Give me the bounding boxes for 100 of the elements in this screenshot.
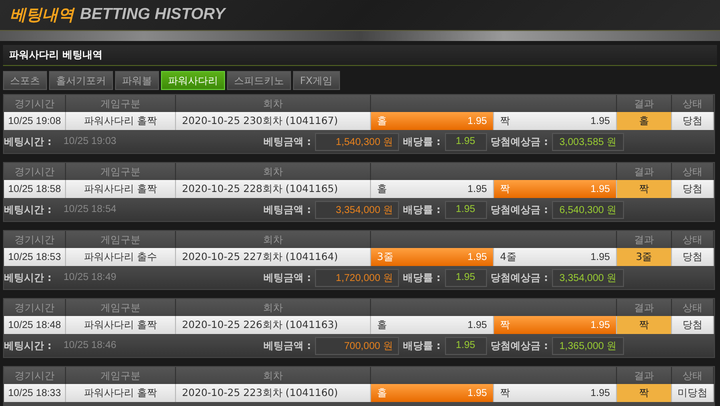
table-cell: 10/25 18:48 bbox=[4, 316, 66, 334]
column-header: 경기시간 bbox=[4, 299, 66, 316]
column-header: 게임구분 bbox=[66, 367, 176, 384]
column-header: 경기시간 bbox=[4, 367, 66, 384]
game-tab[interactable]: 홀서기포커 bbox=[49, 71, 113, 90]
table-cell: 2020-10-25 230회차 (1041167) bbox=[176, 112, 371, 130]
expected-win: 3,003,585 원 bbox=[552, 132, 624, 150]
status-cell: 당첨 bbox=[672, 180, 714, 198]
bet-option[interactable]: 3줄 1.95 bbox=[371, 248, 494, 266]
bet-amount-label: 베팅금액 : bbox=[264, 340, 312, 352]
table-cell: 파워사다리 홀짝 bbox=[66, 384, 176, 402]
result-cell: 3줄 bbox=[617, 248, 672, 266]
result-cell: 홀 bbox=[617, 112, 672, 130]
odds-value: 1.95 bbox=[444, 336, 487, 354]
expected-win: 1,365,000 원 bbox=[552, 336, 624, 354]
expected-win-label: 당첨예상금 : bbox=[490, 136, 548, 148]
bet-time: 10/25 19:03 bbox=[63, 136, 118, 147]
result-cell: 짝 bbox=[617, 384, 672, 402]
odds-value: 1.95 bbox=[444, 132, 487, 150]
bet-amount: 3,354,000 원 bbox=[315, 200, 400, 218]
game-tab[interactable]: 파워사다리 bbox=[161, 71, 225, 90]
column-header: 회차 bbox=[176, 163, 371, 180]
bet-time: 10/25 18:49 bbox=[63, 272, 118, 283]
expected-win: 6,540,300 원 bbox=[552, 200, 624, 218]
expected-win-label: 당첨예상금 : bbox=[490, 204, 548, 216]
bet-amount: 1,540,300 원 bbox=[315, 132, 400, 150]
odds-label: 배당률 : bbox=[403, 340, 441, 352]
column-header: 게임구분 bbox=[66, 163, 176, 180]
bet-option[interactable]: 홀 1.95 bbox=[371, 180, 494, 198]
column-header: 게임구분 bbox=[66, 231, 176, 248]
column-header: 결과 bbox=[617, 231, 672, 248]
bet-amount-label: 베팅금액 : bbox=[264, 136, 312, 148]
game-tab[interactable]: 스포츠 bbox=[3, 71, 47, 90]
table-cell: 2020-10-25 227회차 (1041164) bbox=[176, 248, 371, 266]
table-cell: 10/25 18:33 bbox=[4, 384, 66, 402]
status-cell: 당첨 bbox=[672, 316, 714, 334]
column-header: 회차 bbox=[176, 299, 371, 316]
table-cell: 10/25 18:53 bbox=[4, 248, 66, 266]
bet-time-label: 베팅시간 : bbox=[4, 272, 52, 284]
column-header: 회차 bbox=[176, 231, 371, 248]
section-title: 파워사다리 베팅내역 bbox=[9, 49, 102, 62]
bet-option[interactable]: 짝 1.95 bbox=[494, 112, 617, 130]
column-header: 결과 bbox=[617, 299, 672, 316]
column-header: 회차 bbox=[176, 367, 371, 384]
game-tab[interactable]: 스피드키노 bbox=[227, 71, 291, 90]
status-cell: 당첨 bbox=[672, 112, 714, 130]
bet-time-label: 베팅시간 : bbox=[4, 340, 52, 352]
column-header: 경기시간 bbox=[4, 95, 66, 112]
column-header: 경기시간 bbox=[4, 231, 66, 248]
page-title: 베팅내역 bbox=[10, 4, 74, 26]
odds-value: 1.95 bbox=[444, 268, 487, 286]
bet-amount-label: 베팅금액 : bbox=[264, 204, 312, 216]
status-cell: 미당첨 bbox=[672, 384, 714, 402]
game-tab[interactable]: FX게임 bbox=[293, 71, 340, 90]
column-header: 결과 bbox=[617, 367, 672, 384]
column-header: 상태 bbox=[672, 299, 714, 316]
bet-time: 10/25 18:46 bbox=[63, 340, 118, 351]
bet-option[interactable]: 짝 1.95 bbox=[494, 316, 617, 334]
expected-win-label: 당첨예상금 : bbox=[490, 272, 548, 284]
bet-option[interactable]: 홀 1.95 bbox=[371, 316, 494, 334]
bet-option[interactable]: 홀 1.95 bbox=[371, 112, 494, 130]
column-header: 결과 bbox=[617, 95, 672, 112]
odds-label: 배당률 : bbox=[403, 136, 441, 148]
column-header: 게임구분 bbox=[66, 95, 176, 112]
column-header: 상태 bbox=[672, 95, 714, 112]
column-header: 상태 bbox=[672, 231, 714, 248]
odds-label: 배당률 : bbox=[403, 204, 441, 216]
table-cell: 파워사다리 홀짝 bbox=[66, 180, 176, 198]
bet-option[interactable]: 4줄 1.95 bbox=[494, 248, 617, 266]
expected-win-label: 당첨예상금 : bbox=[490, 340, 548, 352]
bet-amount-label: 베팅금액 : bbox=[264, 272, 312, 284]
odds-value: 1.95 bbox=[444, 200, 487, 218]
table-cell: 10/25 19:08 bbox=[4, 112, 66, 130]
odds-label: 배당률 : bbox=[403, 272, 441, 284]
bet-time: 10/25 18:54 bbox=[63, 204, 118, 215]
table-cell: 파워사다리 출수 bbox=[66, 248, 176, 266]
result-cell: 짝 bbox=[617, 180, 672, 198]
column-header: 상태 bbox=[672, 163, 714, 180]
result-cell: 짝 bbox=[617, 316, 672, 334]
column-header: 게임구분 bbox=[66, 299, 176, 316]
page-subtitle: BETTING HISTORY bbox=[80, 6, 226, 24]
column-header: 회차 bbox=[176, 95, 371, 112]
table-cell: 2020-10-25 226회차 (1041163) bbox=[176, 316, 371, 334]
column-header: 상태 bbox=[672, 367, 714, 384]
table-cell: 파워사다리 홀짝 bbox=[66, 112, 176, 130]
game-tab[interactable]: 파워볼 bbox=[115, 71, 159, 90]
bet-amount: 1,720,000 원 bbox=[315, 268, 400, 286]
expected-win: 3,354,000 원 bbox=[552, 268, 624, 286]
table-cell: 10/25 18:58 bbox=[4, 180, 66, 198]
bet-amount: 700,000 원 bbox=[315, 336, 400, 354]
table-cell: 2020-10-25 223회차 (1041160) bbox=[176, 384, 371, 402]
column-header: 경기시간 bbox=[4, 163, 66, 180]
bet-time-label: 베팅시간 : bbox=[4, 204, 52, 216]
bet-option[interactable]: 짝 1.95 bbox=[494, 180, 617, 198]
table-cell: 2020-10-25 228회차 (1041165) bbox=[176, 180, 371, 198]
bet-option[interactable]: 홀 1.95 bbox=[371, 384, 494, 402]
status-cell: 당첨 bbox=[672, 248, 714, 266]
table-cell: 파워사다리 홀짝 bbox=[66, 316, 176, 334]
bet-option[interactable]: 짝 1.95 bbox=[494, 384, 617, 402]
column-header: 결과 bbox=[617, 163, 672, 180]
